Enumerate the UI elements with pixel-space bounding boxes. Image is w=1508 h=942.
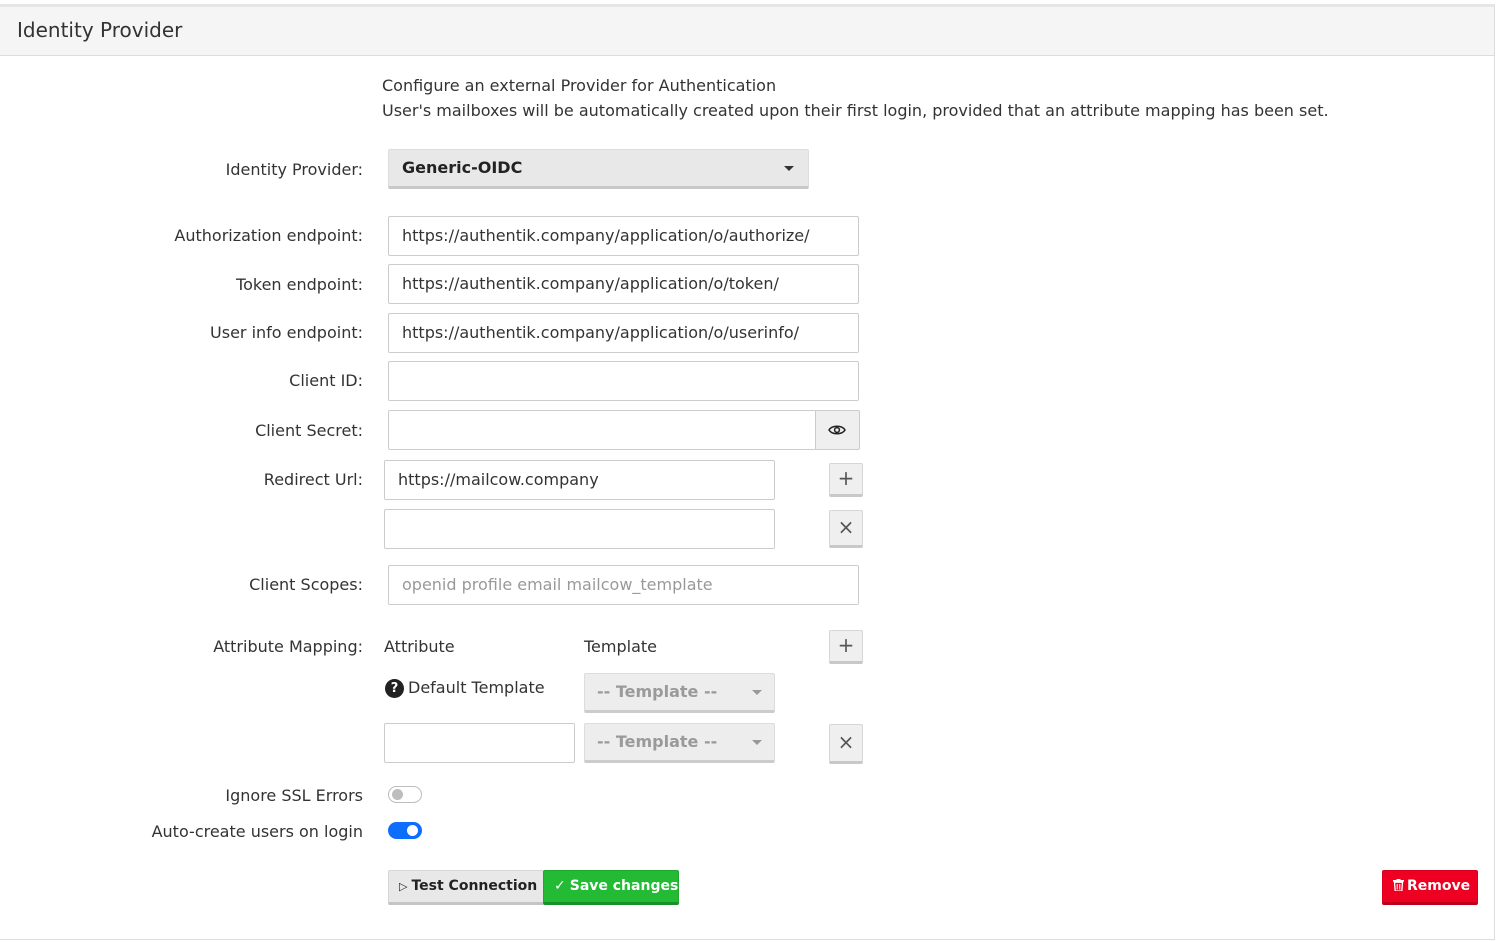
default-template-value: -- Template -- — [597, 682, 718, 701]
test-connection-button[interactable]: ▷ Test Connection — [388, 870, 544, 905]
remove-redirect-url-button[interactable]: × — [829, 510, 863, 548]
client-secret-input[interactable] — [388, 410, 816, 450]
play-icon: ▷ — [399, 880, 408, 893]
test-connection-label: Test Connection — [411, 878, 538, 894]
plus-icon: + — [837, 633, 855, 657]
attribute-mapping-label: Attribute Mapping: — [213, 637, 363, 656]
mapping-template-select[interactable]: -- Template -- — [584, 723, 775, 763]
client-secret-label: Client Secret: — [255, 421, 363, 440]
template-column-header: Template — [584, 637, 658, 656]
authorization-endpoint-input[interactable]: https://authentik.company/application/o/… — [388, 216, 859, 256]
save-changes-button[interactable]: ✓ Save changes — [543, 870, 679, 905]
userinfo-endpoint-label: User info endpoint: — [210, 323, 363, 342]
toggle-knob — [407, 825, 418, 836]
show-secret-button[interactable] — [816, 410, 860, 450]
remove-mapping-button[interactable]: × — [829, 724, 863, 764]
intro-line-2: User's mailboxes will be automatically c… — [382, 101, 1329, 120]
default-template-select[interactable]: -- Template -- — [584, 673, 775, 713]
client-id-label: Client ID: — [289, 371, 363, 390]
mapping-template-value: -- Template -- — [597, 732, 718, 751]
save-changes-label: Save changes — [569, 878, 679, 894]
attribute-column-header: Attribute — [384, 637, 455, 656]
caret-down-icon — [752, 690, 762, 695]
identity-provider-select[interactable]: Generic-OIDC — [388, 149, 809, 189]
auto-create-toggle[interactable] — [388, 822, 422, 839]
redirect-url-label: Redirect Url: — [263, 470, 363, 489]
caret-down-icon — [752, 740, 762, 745]
client-id-input[interactable] — [388, 361, 859, 401]
plus-icon: + — [837, 466, 855, 490]
help-icon[interactable]: ? — [385, 679, 404, 698]
eye-icon — [828, 425, 846, 435]
caret-down-icon — [784, 166, 794, 171]
ignore-ssl-toggle[interactable] — [388, 786, 422, 803]
redirect-url-input-2[interactable] — [384, 509, 775, 549]
identity-provider-label: Identity Provider: — [225, 160, 363, 179]
token-endpoint-input[interactable]: https://authentik.company/application/o/… — [388, 264, 859, 304]
intro-line-1: Configure an external Provider for Authe… — [382, 76, 777, 95]
add-mapping-button[interactable]: + — [829, 630, 863, 664]
token-endpoint-label: Token endpoint: — [236, 275, 363, 294]
close-icon: × — [837, 515, 855, 539]
panel-title: Identity Provider — [17, 18, 183, 42]
check-icon: ✓ — [554, 878, 566, 894]
client-scopes-label: Client Scopes: — [249, 575, 363, 594]
mapping-attribute-input[interactable] — [384, 723, 575, 763]
default-template-label: Default Template — [408, 678, 545, 697]
authorization-endpoint-label: Authorization endpoint: — [174, 226, 363, 245]
redirect-url-input-1[interactable]: https://mailcow.company — [384, 460, 775, 500]
userinfo-endpoint-input[interactable]: https://authentik.company/application/o/… — [388, 313, 859, 353]
add-redirect-url-button[interactable]: + — [829, 463, 863, 497]
auto-create-label: Auto-create users on login — [151, 822, 363, 841]
remove-label: Remove — [1407, 878, 1471, 894]
remove-button[interactable]: Remove — [1382, 870, 1478, 905]
client-scopes-input[interactable]: openid profile email mailcow_template — [388, 565, 859, 605]
panel-heading: Identity Provider — [0, 7, 1494, 56]
trash-icon — [1393, 879, 1404, 892]
toggle-knob — [392, 789, 403, 800]
close-icon: × — [837, 730, 855, 754]
ignore-ssl-label: Ignore SSL Errors — [225, 786, 363, 805]
identity-provider-value: Generic-OIDC — [402, 158, 523, 177]
